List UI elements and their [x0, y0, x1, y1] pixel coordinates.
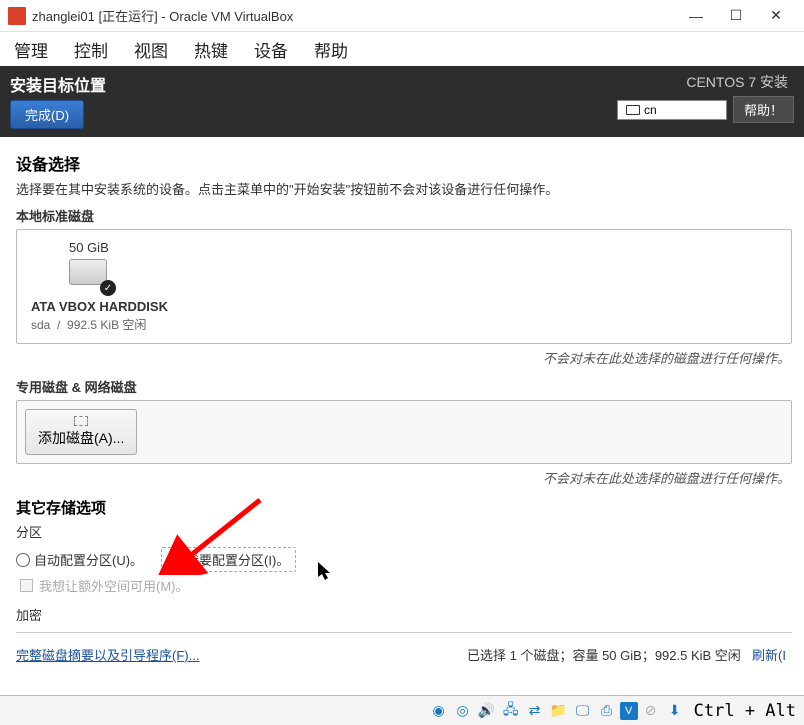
- disk-item[interactable]: 50 GiB ✓ ATA VBOX HARDDISK sda / 992.5 K…: [31, 240, 211, 333]
- radio-icon: [168, 553, 182, 567]
- disk-summary-link[interactable]: 完整磁盘摘要以及引导程序(F)...: [16, 645, 199, 664]
- radio-auto-partition[interactable]: 自动配置分区(U)。: [16, 550, 143, 569]
- menu-view[interactable]: 视图: [134, 37, 168, 62]
- harddisk-status-icon[interactable]: ◉: [428, 700, 450, 722]
- disk-size: 50 GiB: [69, 240, 109, 255]
- radio-icon: [16, 553, 30, 567]
- local-disks-label: 本地标准磁盘: [16, 206, 792, 225]
- disk-note-1: 不会对未在此处选择的磁盘进行任何操作。: [16, 348, 790, 367]
- radio-auto-label: 自动配置分区(U)。: [34, 550, 143, 569]
- extra-space-checkbox-row: 我想让额外空间可用(M)。: [20, 576, 792, 595]
- display-status-icon[interactable]: 🖵: [572, 700, 594, 722]
- audio-status-icon[interactable]: 🔊: [476, 700, 498, 722]
- disk-info: sda / 992.5 KiB 空闲: [31, 316, 146, 333]
- refresh-link[interactable]: 刷新(I: [752, 648, 786, 663]
- network-status-icon[interactable]: 🖧: [500, 700, 522, 722]
- keyboard-layout-value: cn: [644, 103, 657, 117]
- add-disk-button[interactable]: 添加磁盘(A)...: [25, 409, 137, 455]
- menu-manage[interactable]: 管理: [14, 37, 48, 62]
- help-button[interactable]: 帮助！: [733, 96, 794, 123]
- app-icon: [8, 7, 26, 25]
- shared-folders-status-icon[interactable]: 📁: [548, 700, 570, 722]
- extra-space-label: 我想让额外空间可用(M)。: [39, 576, 189, 595]
- recording-status-icon[interactable]: ⎙: [596, 700, 618, 722]
- footer-status: 已选择 1 个磁盘；容量 50 GiB；992.5 KiB 空闲 刷新(I: [467, 645, 786, 664]
- optical-status-icon[interactable]: ◎: [452, 700, 474, 722]
- installer-header: 安装目标位置 完成(D) CENTOS 7 安装 cn 帮助！: [0, 66, 804, 137]
- add-disk-icon: [74, 416, 88, 426]
- minimize-button[interactable]: —: [676, 2, 716, 30]
- menubar: 管理 控制 视图 热键 设备 帮助: [0, 32, 804, 66]
- checkbox-icon[interactable]: [20, 579, 33, 592]
- window-title: zhanglei01 [正在运行] - Oracle VM VirtualBox: [32, 6, 676, 25]
- hostkey-label: Ctrl + Alt: [694, 701, 796, 721]
- vm-statusbar: ◉ ◎ 🔊 🖧 ⇄ 📁 🖵 ⎙ V ⊘ ⬇ Ctrl + Alt: [0, 695, 804, 725]
- menu-devices[interactable]: 设备: [254, 37, 288, 62]
- harddisk-icon: [69, 259, 107, 285]
- menu-control[interactable]: 控制: [74, 37, 108, 62]
- check-icon: ✓: [100, 280, 116, 296]
- partition-label: 分区: [16, 522, 792, 541]
- distro-label: CENTOS 7 安装: [686, 72, 788, 92]
- maximize-button[interactable]: ☐: [716, 2, 756, 30]
- encrypt-label: 加密: [16, 605, 792, 624]
- special-disks-panel: 添加磁盘(A)...: [16, 400, 792, 464]
- device-select-title: 设备选择: [16, 151, 792, 175]
- guest-additions-icon[interactable]: ⊘: [640, 700, 662, 722]
- add-disk-label: 添加磁盘(A)...: [38, 428, 124, 448]
- radio-manual-partition[interactable]: 我要配置分区(I)。: [161, 547, 296, 572]
- disk-name: ATA VBOX HARDDISK: [31, 299, 168, 314]
- vrde-status-icon[interactable]: V: [620, 702, 638, 720]
- window-titlebar: zhanglei01 [正在运行] - Oracle VM VirtualBox…: [0, 0, 804, 32]
- radio-manual-label: 我要配置分区(I)。: [186, 550, 289, 569]
- menu-hotkeys[interactable]: 热键: [194, 37, 228, 62]
- storage-options-title: 其它存储选项: [16, 497, 792, 518]
- menu-help[interactable]: 帮助: [314, 37, 348, 62]
- keyboard-layout-selector[interactable]: cn: [617, 100, 727, 120]
- special-disks-label: 专用磁盘 & 网络磁盘: [16, 377, 792, 396]
- local-disks-panel: 50 GiB ✓ ATA VBOX HARDDISK sda / 992.5 K…: [16, 229, 792, 344]
- page-title: 安装目标位置: [10, 72, 106, 96]
- close-button[interactable]: ✕: [756, 2, 796, 30]
- device-select-desc: 选择要在其中安装系统的设备。点击主菜单中的"开始安装"按钮前不会对该设备进行任何…: [16, 179, 792, 198]
- mouse-capture-icon[interactable]: ⬇: [664, 700, 686, 722]
- done-button[interactable]: 完成(D): [10, 100, 84, 129]
- keyboard-icon: [626, 105, 640, 115]
- usb-status-icon[interactable]: ⇄: [524, 700, 546, 722]
- disk-note-2: 不会对未在此处选择的磁盘进行任何操作。: [16, 468, 790, 487]
